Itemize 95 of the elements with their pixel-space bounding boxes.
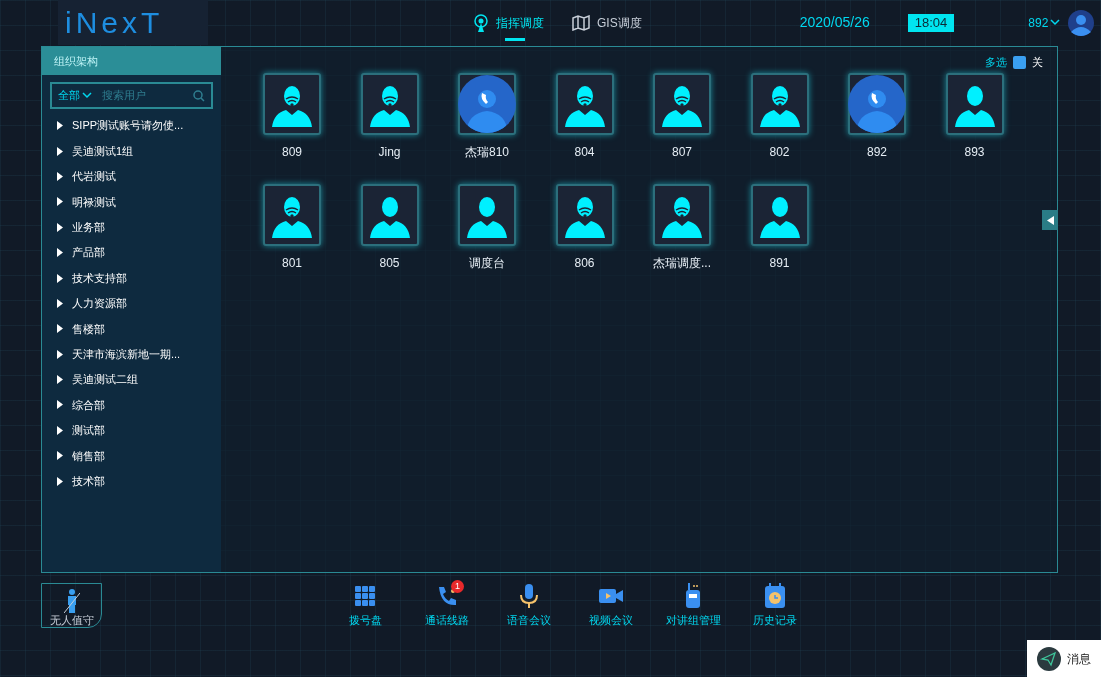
contact-tile[interactable] bbox=[360, 72, 419, 135]
contact-name: 杰瑞810 bbox=[465, 143, 509, 161]
clock-calendar-icon bbox=[762, 583, 788, 609]
contact-tile[interactable] bbox=[458, 72, 516, 135]
multiselect-toggle[interactable] bbox=[1013, 55, 1026, 69]
tree-item[interactable]: 技术部 bbox=[42, 468, 221, 494]
contact-name: 806 bbox=[574, 254, 595, 272]
user-avatar-icon[interactable] bbox=[1068, 9, 1095, 36]
contact-name: 805 bbox=[379, 254, 400, 272]
tree-item[interactable]: 吴迪测试1组 bbox=[42, 138, 221, 164]
search-bar[interactable]: 全部 搜索用户 bbox=[50, 82, 213, 109]
date-text: 2020/05/26 bbox=[799, 13, 870, 32]
person-standing-icon bbox=[63, 589, 80, 613]
caret-right-icon bbox=[57, 171, 63, 181]
contact-name: Jing bbox=[378, 143, 401, 161]
tree-item[interactable]: 综合部 bbox=[42, 392, 221, 418]
collapse-handle[interactable] bbox=[1042, 210, 1058, 230]
nav-tab[interactable]: 指挥调度 bbox=[473, 2, 544, 43]
filter-dropdown[interactable]: 全部 bbox=[58, 87, 92, 104]
time-badge: 18:04 bbox=[907, 13, 955, 32]
toggle-state: 关 bbox=[1032, 55, 1043, 70]
caret-right-icon bbox=[57, 476, 63, 486]
caret-right-icon bbox=[57, 248, 63, 258]
map-icon bbox=[572, 14, 590, 31]
contact-name: 杰瑞调度... bbox=[653, 254, 711, 272]
dialpad-icon bbox=[352, 583, 378, 609]
tree-item[interactable]: 销售部 bbox=[42, 443, 221, 469]
contact-name: 809 bbox=[282, 143, 302, 161]
operator-avatar-icon bbox=[458, 74, 516, 133]
tree-item[interactable]: 明禄测试 bbox=[42, 189, 221, 215]
contact-name: 调度台 bbox=[469, 254, 505, 272]
contact-tile[interactable] bbox=[263, 183, 321, 246]
contact-tile[interactable] bbox=[555, 72, 614, 135]
contact-tile[interactable] bbox=[458, 183, 516, 246]
nav-tab[interactable]: GIS调度 bbox=[572, 2, 642, 43]
tree-item[interactable]: 售楼部 bbox=[42, 316, 221, 342]
chevron-down-icon bbox=[1050, 19, 1061, 26]
contact-name: 804 bbox=[574, 143, 595, 161]
logo: iNexT bbox=[58, 0, 208, 45]
caret-right-icon bbox=[57, 425, 63, 435]
sidebar-title: 组织架构 bbox=[42, 47, 221, 75]
paper-plane-icon bbox=[1037, 646, 1061, 671]
tree-item[interactable]: 天津市海滨新地一期... bbox=[42, 341, 221, 367]
search-icon bbox=[193, 89, 205, 102]
contact-name: 893 bbox=[964, 143, 985, 161]
contact-tile[interactable] bbox=[848, 72, 906, 135]
notification-badge: 1 bbox=[451, 580, 464, 593]
caret-right-icon bbox=[57, 451, 63, 461]
contact-tile[interactable] bbox=[945, 72, 1004, 135]
chevron-down-icon bbox=[82, 92, 92, 99]
contact-tile[interactable] bbox=[750, 183, 809, 246]
caret-right-icon bbox=[57, 375, 63, 385]
tree-item[interactable]: 测试部 bbox=[42, 417, 221, 444]
toolbar-button[interactable]: 视频会议 bbox=[584, 583, 638, 629]
toolbar-button[interactable]: 拨号盘 bbox=[338, 583, 392, 629]
tree-item[interactable]: SIPP测试账号请勿使... bbox=[42, 113, 221, 139]
multiselect-label: 多选 bbox=[985, 55, 1007, 70]
contact-tile[interactable] bbox=[653, 183, 711, 246]
contact-name: 892 bbox=[867, 143, 887, 161]
toolbar-button[interactable]: 通话线路 1 bbox=[420, 583, 474, 629]
contact-name: 891 bbox=[769, 254, 790, 272]
caret-right-icon bbox=[57, 222, 63, 232]
caret-right-icon bbox=[57, 349, 63, 359]
tree-item[interactable]: 业务部 bbox=[42, 214, 221, 240]
caret-right-icon bbox=[57, 400, 63, 410]
caret-right-icon bbox=[57, 273, 63, 283]
duty-status-card[interactable]: 无人值守 bbox=[41, 583, 102, 628]
message-button[interactable]: 消息 bbox=[1027, 640, 1101, 677]
duty-label: 无人值守 bbox=[49, 613, 94, 627]
operator-avatar-icon bbox=[848, 74, 906, 133]
caret-left-icon bbox=[1046, 215, 1054, 225]
caret-right-icon bbox=[57, 298, 63, 308]
contact-name: 801 bbox=[282, 254, 302, 272]
caret-right-icon bbox=[57, 121, 63, 131]
contact-tile[interactable] bbox=[263, 72, 321, 135]
toolbar-button[interactable]: 对讲组管理 bbox=[666, 583, 720, 629]
tree-item[interactable]: 技术支持部 bbox=[42, 265, 221, 291]
caret-right-icon bbox=[57, 324, 63, 334]
tree-item[interactable]: 吴迪测试二组 bbox=[42, 366, 221, 393]
contact-tile[interactable] bbox=[750, 72, 809, 135]
tree-item[interactable]: 代岩测试 bbox=[42, 163, 221, 190]
tree-item[interactable]: 产品部 bbox=[42, 239, 221, 266]
caret-right-icon bbox=[57, 197, 63, 207]
contact-tile[interactable] bbox=[653, 72, 711, 135]
caret-right-icon bbox=[57, 146, 63, 156]
contact-tile[interactable] bbox=[360, 183, 419, 246]
tree-item[interactable]: 人力资源部 bbox=[42, 290, 221, 317]
contact-name: 802 bbox=[769, 143, 790, 161]
signal-tower-icon bbox=[473, 13, 489, 32]
toolbar-button[interactable]: 语音会议 bbox=[502, 583, 556, 629]
toolbar-button[interactable]: 历史记录 bbox=[748, 583, 802, 629]
search-field[interactable]: 搜索用户 bbox=[102, 87, 172, 104]
contact-tile[interactable] bbox=[555, 183, 614, 246]
user-menu[interactable]: 892 bbox=[1028, 13, 1061, 32]
contact-name: 807 bbox=[672, 143, 692, 161]
